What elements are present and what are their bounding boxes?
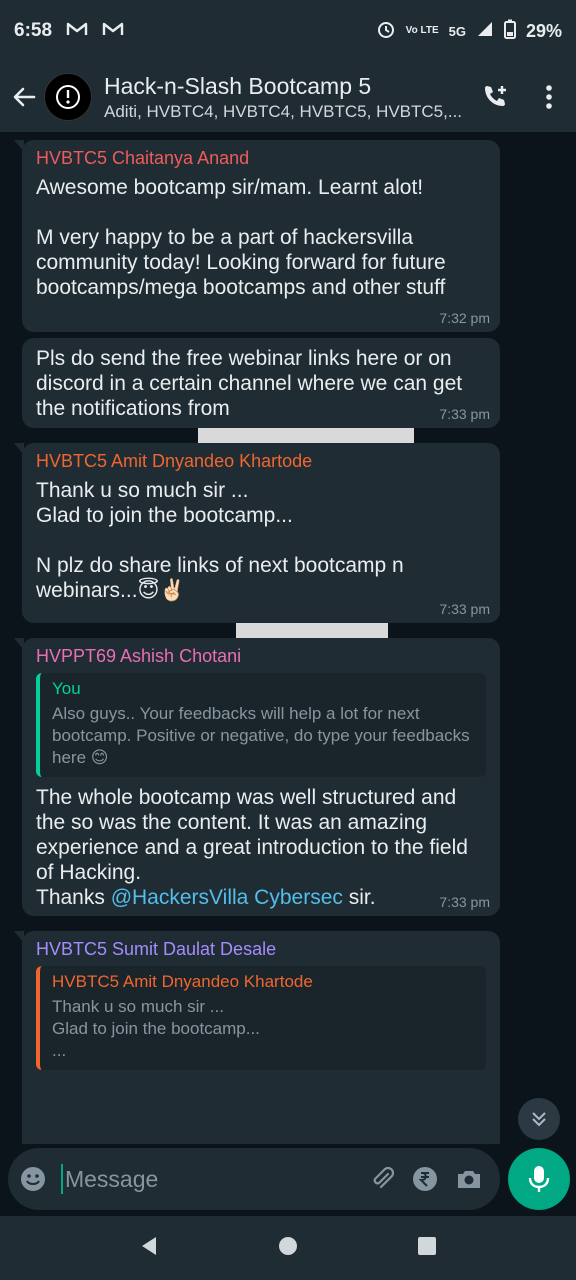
message-text: Pls do send the free webinar links here …: [36, 347, 468, 420]
alarm-icon: [376, 19, 396, 44]
group-avatar[interactable]: [44, 73, 92, 121]
message-time: 7:33 pm: [439, 406, 490, 422]
attach-button[interactable]: [361, 1154, 404, 1204]
sender-name[interactable]: HVBTC5 Chaitanya Anand: [36, 148, 486, 169]
status-bar: 6:58 Vo LTE 5G 29%: [0, 0, 576, 62]
message-text: Awesome bootcamp sir/mam. Learnt alot! M…: [36, 176, 446, 299]
camera-icon: [457, 1171, 480, 1188]
sender-name[interactable]: HVBTC5 Amit Dnyandeo Khartode: [36, 451, 486, 472]
message-input-box[interactable]: [8, 1148, 500, 1210]
paperclip-icon: [374, 1166, 395, 1189]
message-bubble[interactable]: HVBTC5 Amit Dnyandeo Khartode Thank u so…: [14, 443, 500, 623]
gmail-icon: [66, 21, 88, 42]
scroll-down-button[interactable]: [518, 1098, 560, 1140]
battery-icon: [503, 19, 516, 44]
camera-button[interactable]: [447, 1154, 490, 1204]
quoted-message[interactable]: You Also guys.. Your feedbacks will help…: [36, 673, 486, 777]
network-label: 5G: [448, 23, 466, 39]
back-button[interactable]: [4, 62, 44, 132]
message-bubble[interactable]: HVPPT69 Ashish Chotani You Also guys.. Y…: [14, 638, 500, 916]
sender-name[interactable]: HVBTC5 Sumit Daulat Desale: [36, 939, 486, 960]
system-nav-bar: [0, 1216, 576, 1280]
group-title: Hack-n-Slash Bootcamp 5: [104, 72, 372, 99]
message-composer: [0, 1144, 576, 1216]
message-input[interactable]: [60, 1164, 361, 1194]
message-text-part: sir.: [342, 886, 376, 909]
arrow-left-icon: [13, 87, 36, 107]
message-bubble[interactable]: Pls do send the free webinar links here …: [22, 338, 500, 428]
quoted-text: Thank u so much sir ... Glad to join the…: [52, 997, 260, 1060]
nav-back-button[interactable]: [138, 1235, 160, 1262]
signal-icon: [476, 20, 494, 43]
quoted-sender: You: [52, 679, 81, 698]
message-time: 7:33 pm: [439, 894, 490, 910]
more-options-button[interactable]: [522, 62, 576, 132]
emoji-button[interactable]: [18, 1161, 49, 1197]
message-text: The whole bootcamp was well structured a…: [36, 785, 486, 910]
quoted-text: Also guys.. Your feedbacks will help a l…: [52, 704, 475, 767]
chat-area[interactable]: HVBTC5 Chaitanya Anand Awesome bootcamp …: [0, 132, 576, 1144]
volte-label: Vo LTE: [405, 25, 439, 36]
group-members: Aditi, HVBTC4, HVBTC4, HVBTC5, HVBTC5,..…: [104, 101, 463, 121]
circle-home-icon: [278, 1236, 297, 1255]
message-bubble[interactable]: HVBTC5 Sumit Daulat Desale HVBTC5 Amit D…: [14, 931, 500, 1144]
message-time: 7:33 pm: [439, 601, 490, 617]
triangle-back-icon: [142, 1236, 157, 1255]
square-recents-icon: [417, 1236, 436, 1255]
rupee-icon: [413, 1167, 438, 1191]
status-time: 6:58: [14, 20, 53, 41]
more-vert-icon: [546, 85, 552, 109]
emoji-icon: [21, 1167, 46, 1191]
add-call-button[interactable]: [468, 62, 522, 132]
quoted-sender: HVBTC5 Amit Dnyandeo Khartode: [52, 972, 313, 991]
message-time: 7:32 pm: [439, 310, 490, 326]
nav-home-button[interactable]: [277, 1235, 299, 1262]
payment-button[interactable]: [404, 1154, 447, 1204]
nav-recents-button[interactable]: [416, 1235, 438, 1262]
sender-name[interactable]: HVPPT69 Ashish Chotani: [36, 646, 486, 667]
gmail-icon: [102, 21, 124, 42]
quoted-message[interactable]: HVBTC5 Amit Dnyandeo Khartode Thank u so…: [36, 966, 486, 1070]
message-text: Thank u so much sir ... Glad to join the…: [36, 479, 404, 602]
voice-record-button[interactable]: [508, 1148, 570, 1210]
chat-header: Hack-n-Slash Bootcamp 5 Aditi, HVBTC4, H…: [0, 62, 576, 132]
double-chevron-down-icon: [532, 1112, 546, 1127]
phone-plus-icon: [485, 86, 506, 106]
mic-icon: [528, 1166, 550, 1192]
message-bubble[interactable]: HVBTC5 Chaitanya Anand Awesome bootcamp …: [14, 140, 500, 332]
battery-percent: 29%: [525, 20, 562, 41]
header-titles[interactable]: Hack-n-Slash Bootcamp 5 Aditi, HVBTC4, H…: [104, 73, 468, 122]
mention-link[interactable]: @HackersVilla Cybersec: [111, 886, 343, 909]
